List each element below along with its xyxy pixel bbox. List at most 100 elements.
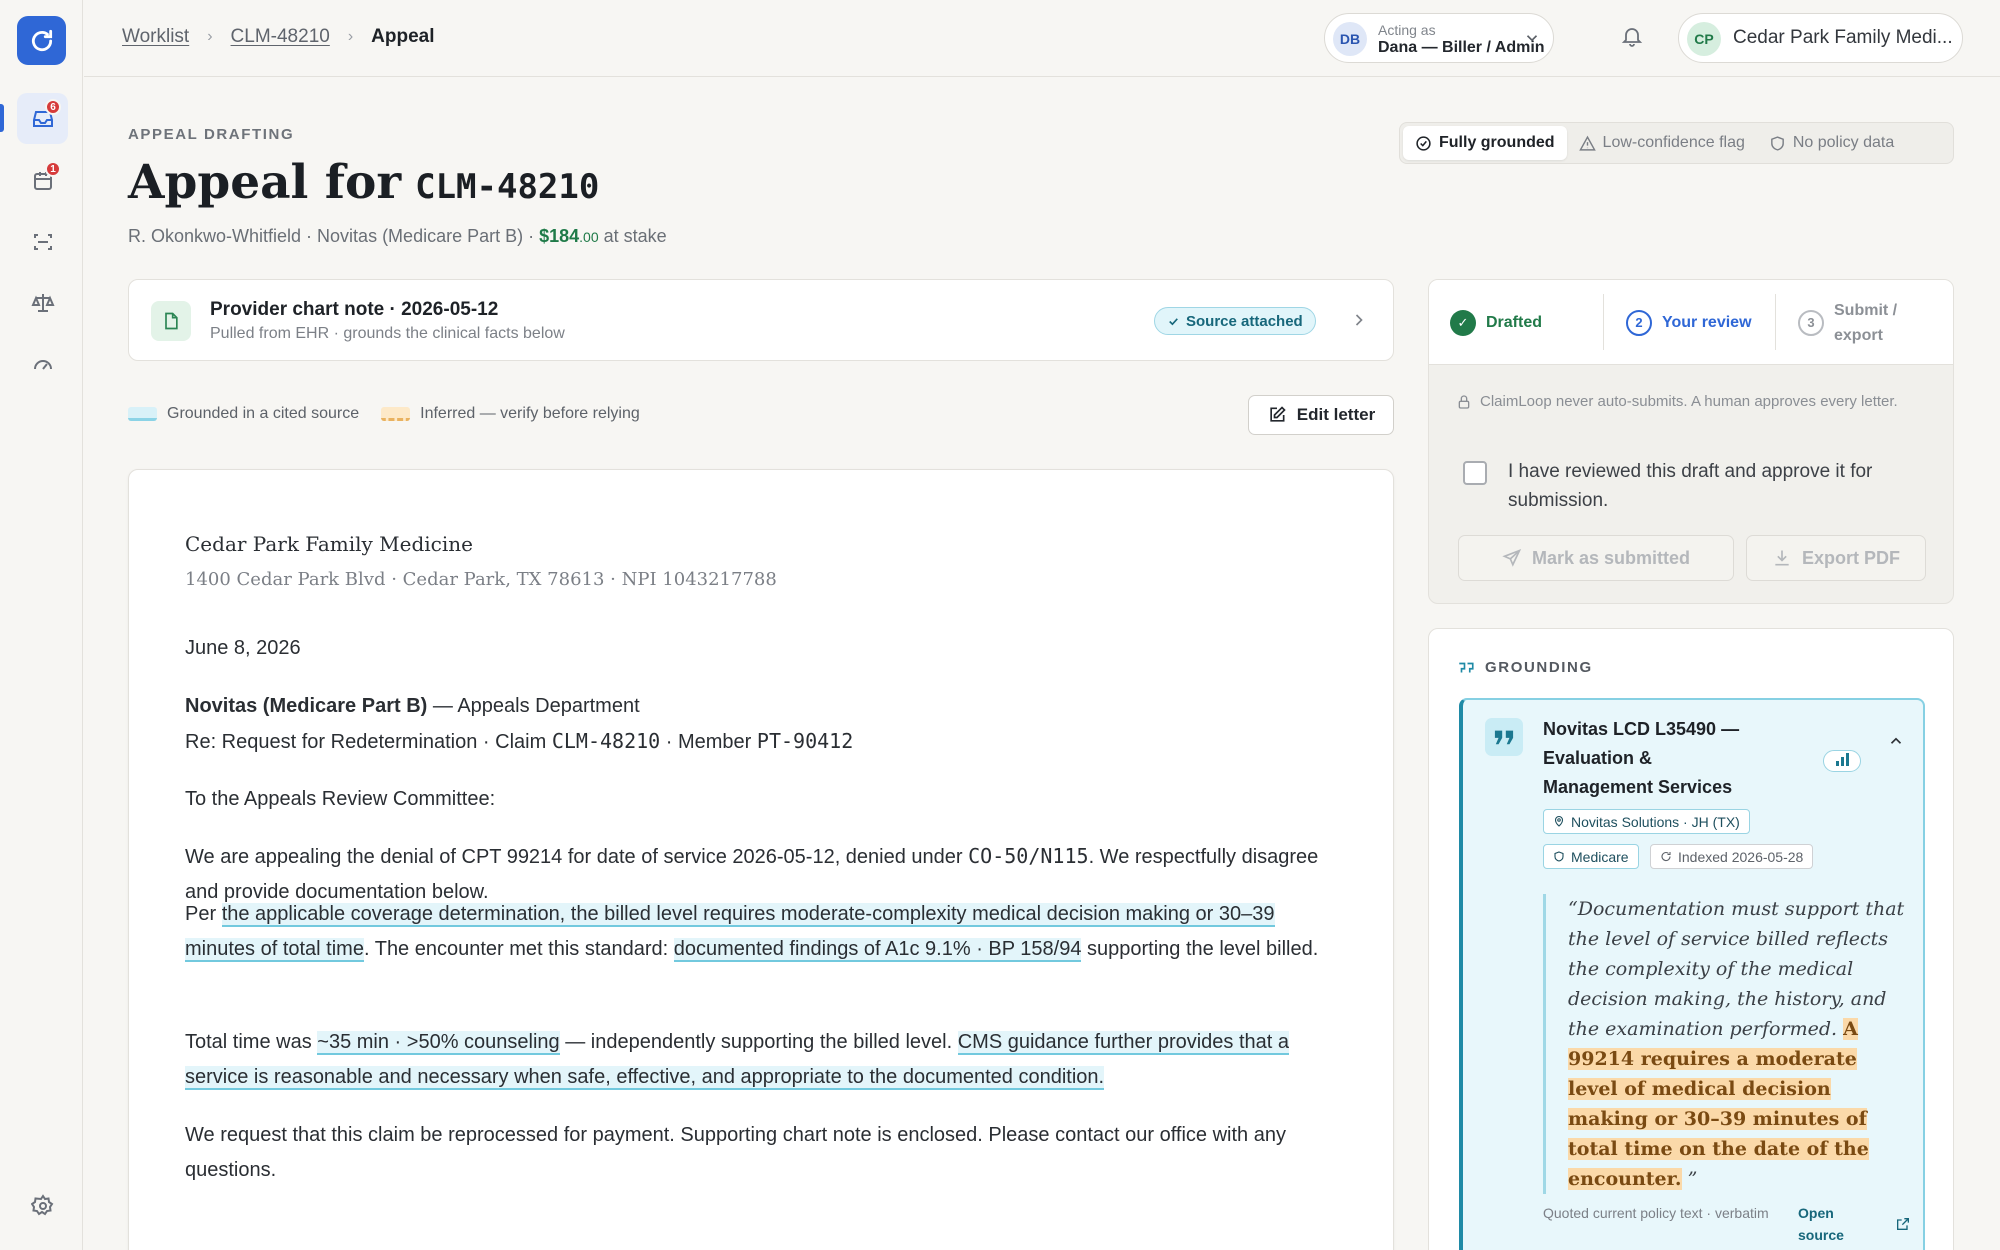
org-name: Cedar Park Family Medi... [1733,27,1953,48]
step-label: Submit / export [1834,301,1898,344]
rail-inbox[interactable]: 6 [17,93,68,144]
recipient-name: Novitas (Medicare Part B) [185,695,428,717]
p1-text: We are appealing the denial of CPT 99214… [185,846,963,868]
mode-fully-grounded[interactable]: Fully grounded [1403,126,1567,160]
letter-salutation: To the Appeals Review Committee: [185,788,496,810]
edit-label: Edit letter [1296,405,1376,424]
top-bar: Worklist › CLM-48210 › Appeal DB Acting … [84,0,2000,77]
review-workflow: ✓ Drafted 2 Your review 3 Submit / expor… [1428,279,1954,604]
submit-label: Mark as submitted [1531,547,1691,568]
export-pdf-button[interactable]: Export PDF [1746,535,1926,581]
chevron-right-icon: › [207,28,213,45]
rail-performance[interactable] [17,338,68,389]
open-source-link[interactable]: Open source [1798,1202,1858,1246]
approve-row: I have reviewed this draft and approve i… [1463,457,1923,515]
program-chip: Medicare [1543,844,1639,869]
mode-label: Fully grounded [1439,134,1555,151]
edit-icon [1270,406,1286,422]
mode-no-policy[interactable]: No policy data [1757,126,1906,160]
p2-text: . The encounter met this standard: [363,938,669,960]
grounded-swatch [128,407,157,421]
page-eyebrow: APPEAL DRAFTING [128,126,295,143]
confidence-bars-icon [1823,750,1861,772]
grounded-span[interactable]: documented findings of A1c 9.1% · BP 158… [673,938,1082,962]
chip-label: Indexed 2026-05-28 [1678,848,1804,865]
shield-icon [1554,851,1564,862]
approve-label[interactable]: I have reviewed this draft and approve i… [1508,461,1872,511]
grounded-span[interactable]: ~35 min · >50% counseling [317,1031,560,1055]
rail-settings[interactable] [17,1180,68,1231]
step-submit-export: 3 Submit / export [1798,280,1924,365]
breadcrumb: Worklist › CLM-48210 › Appeal [122,26,435,48]
chevron-down-icon [1526,35,1538,42]
check-icon [1169,317,1178,325]
legend-grounded: Grounded in a cited source [167,405,360,422]
rail-scan[interactable] [17,216,68,267]
mark-submitted-button[interactable]: Mark as submitted [1458,535,1734,581]
chevron-up-icon[interactable] [1887,732,1905,750]
p3-text: — independently supporting the billed le… [565,1031,953,1053]
indexed-chip: Indexed 2026-05-28 [1650,844,1814,869]
quote-highlight: A 99214 requires a moderate level of med… [1568,1018,1869,1190]
refresh-icon [1661,852,1671,862]
p2-text: supporting the level billed. [1087,938,1319,960]
step-label: Drafted [1486,313,1543,331]
breadcrumb-worklist[interactable]: Worklist [122,26,189,48]
grounding-legend: Grounded in a cited source Inferred — ve… [128,405,640,423]
download-icon [1775,550,1789,566]
org-switcher[interactable]: CP Cedar Park Family Medi... [1678,13,1963,63]
grounding-source-card[interactable]: Novitas LCD L35490 — Evaluation & Manage… [1459,698,1925,1250]
scale-icon [30,293,55,312]
role-switcher[interactable]: DB Acting as Dana — Biller / Admin [1324,13,1554,63]
refresh-logo-icon [31,29,52,51]
letter-paragraph-2: Per the applicable coverage determinatio… [185,897,1335,967]
page-subtitle: R. Okonkwo-Whitfield · Novitas (Medicare… [128,226,667,247]
chevron-right-icon: › [347,28,354,45]
mode-label: Low-confidence flag [1602,134,1745,151]
inbox-badge: 6 [45,99,61,115]
warning-icon [1578,135,1596,151]
letter-sender-name: Cedar Park Family Medicine [185,532,473,556]
quote-footer: Quoted current policy text · verbatim [1543,1205,1769,1221]
edit-letter-button[interactable]: Edit letter [1248,395,1394,435]
breadcrumb-claim[interactable]: CLM-48210 [231,26,330,48]
rail-calendar[interactable]: 1 [17,155,68,206]
letter-paragraph-3: Total time was ~35 min · >50% counseling… [185,1025,1335,1095]
badge-label: Source attached [1186,312,1303,330]
breadcrumb-current: Appeal [371,26,435,47]
rail-policies[interactable] [17,277,68,328]
divider [1775,294,1776,350]
policy-quote: “Documentation must support that the lev… [1543,894,1907,1194]
approve-checkbox[interactable] [1463,461,1487,485]
lock-icon [1458,395,1470,409]
re-member: PT-90412 [756,729,854,753]
notifications-button[interactable] [1620,24,1644,53]
acting-as-user: Dana — Biller / Admin [1378,39,1545,56]
letter-recipient: Novitas (Medicare Part B) — Appeals Depa… [185,689,1335,760]
amount-cents: .00 [579,229,599,245]
quote-icon [1459,662,1474,672]
acting-as-label: Acting as [1378,22,1436,38]
shield-icon [1770,135,1784,151]
source-note-card[interactable]: Provider chart note · 2026-05-12 Pulled … [128,279,1394,361]
quote-close: ” [1687,1168,1698,1190]
app-logo[interactable] [17,16,66,65]
p2-text: Per [185,903,217,925]
source-attached-badge: Source attached [1154,307,1316,335]
quote-icon [1485,718,1523,756]
inferred-swatch [381,407,411,421]
step-number: 2 [1626,309,1652,336]
external-link-icon[interactable] [1895,1216,1911,1232]
mode-low-confidence[interactable]: Low-confidence flag [1567,126,1757,160]
grounding-source-title: Novitas LCD L35490 — Evaluation & Manage… [1543,719,1740,797]
grounding-mode-toggle: Fully grounded Low-confidence flag No po… [1399,122,1954,164]
rail-active-indicator [0,104,4,132]
chip-label: Medicare [1571,848,1629,865]
contractor-chip: Novitas Solutions · JH (TX) [1543,809,1750,834]
step-number: 3 [1798,309,1824,336]
letter-date: June 8, 2026 [185,637,301,659]
auto-submit-note: ClaimLoop never auto-submits. A human ap… [1456,390,1926,414]
scan-icon [33,233,52,250]
mode-label: No policy data [1792,134,1895,151]
chevron-right-icon [1355,314,1363,326]
